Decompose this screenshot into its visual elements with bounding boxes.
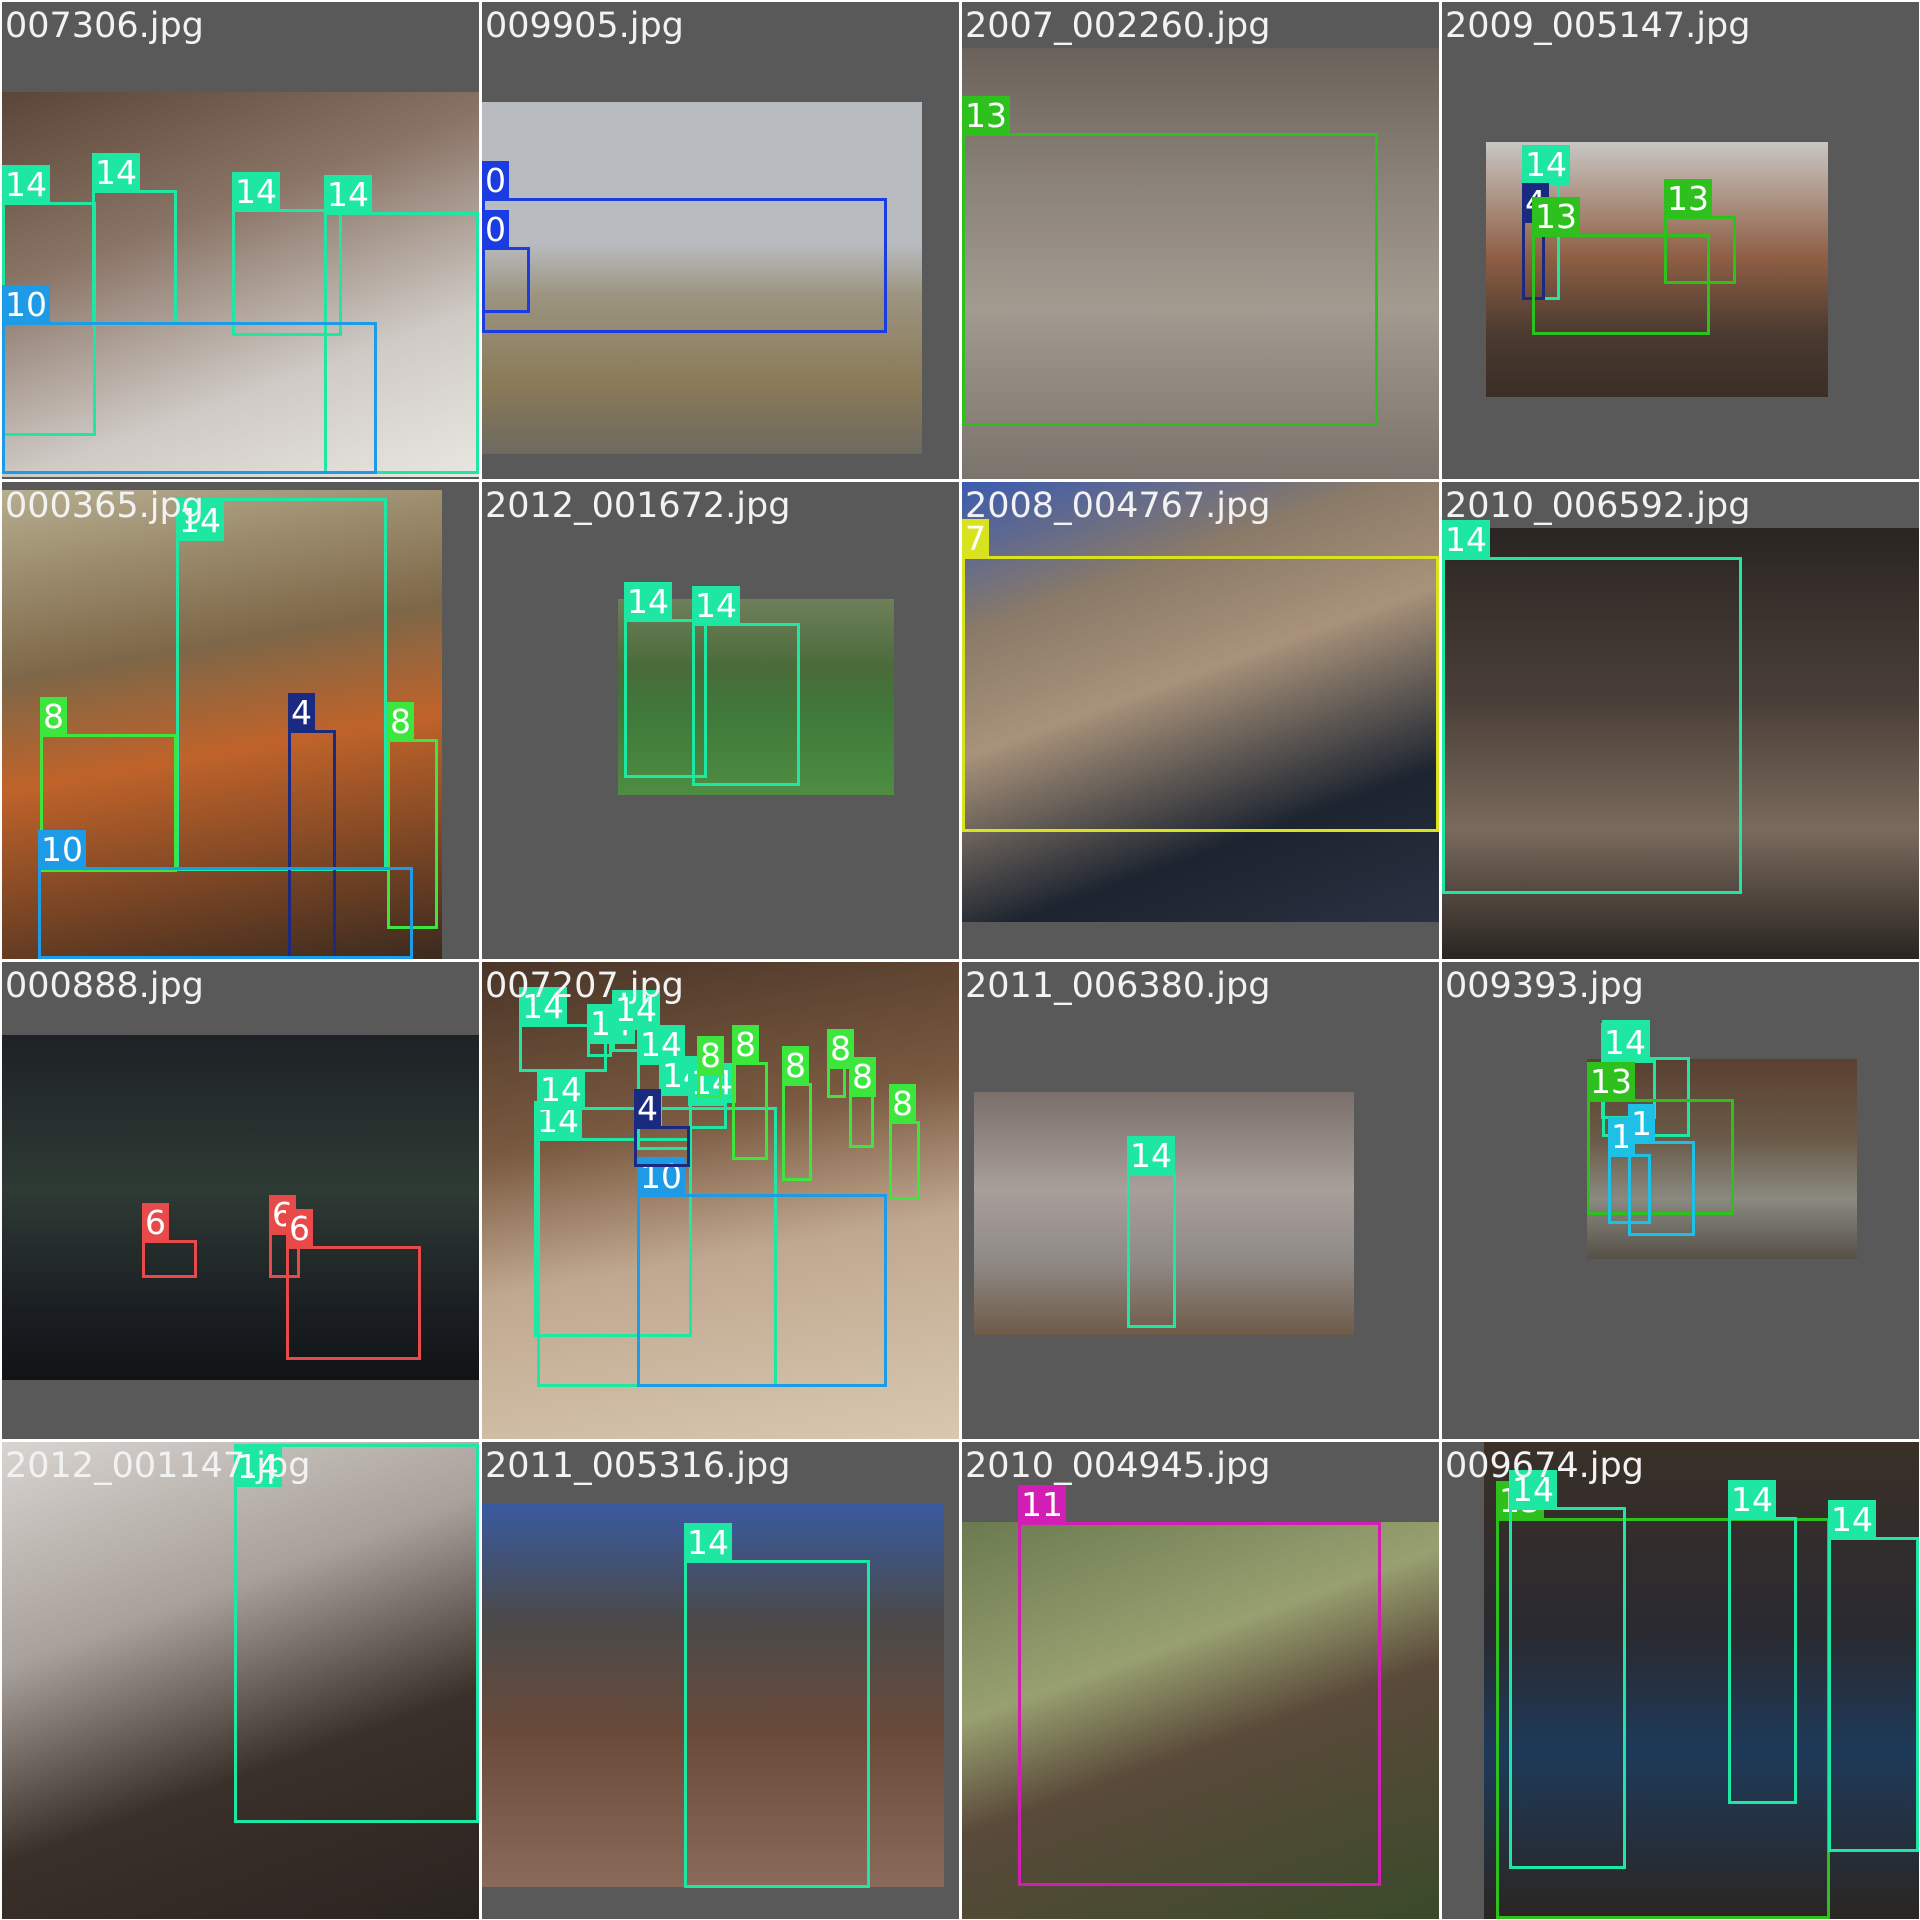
tile-filename: 000888.jpg (5, 966, 204, 1006)
detection-box: 6 (142, 1203, 197, 1278)
detection-box: 11 (1018, 1485, 1381, 1886)
detection-box: 6 (286, 1209, 421, 1360)
mosaic-tile: 14 2011_006380.jpg (962, 962, 1439, 1439)
class-label: 14 (92, 153, 140, 193)
mosaic-tile: 11 2010_004945.jpg (962, 1442, 1439, 1919)
detection-box: 14 (692, 586, 800, 786)
class-label: 14 (1522, 145, 1570, 185)
tile-filename: 2011_005316.jpg (485, 1446, 791, 1486)
class-label: 13 (1587, 1062, 1635, 1102)
detection-box: 8 (849, 1057, 876, 1148)
detection-mosaic: 14 14 14 14 10 007306.jpg 0 0 009905.jpg 13 2007_0… (0, 0, 1920, 1920)
tile-filename: 2008_004767.jpg (965, 486, 1271, 526)
detection-box: 10 (2, 285, 377, 474)
mosaic-tile: 14 2010_006592.jpg (1442, 482, 1919, 959)
class-label: 14 (684, 1523, 732, 1563)
class-label: 14 (1127, 1136, 1175, 1176)
class-label: 14 (624, 582, 672, 622)
mosaic-tile: 6 6 6 000888.jpg (2, 962, 479, 1439)
detection-box: 8 (827, 1029, 854, 1098)
class-label: 4 (634, 1089, 661, 1129)
detection-box: 14 (684, 1523, 870, 1888)
detection-box: 13 (1664, 179, 1736, 284)
detection-box: 14 (1442, 520, 1742, 894)
detection-box: 13 (962, 96, 1378, 426)
detection-box: 8 (889, 1084, 920, 1200)
tile-filename: 007207.jpg (485, 966, 684, 1006)
tile-filename: 007306.jpg (5, 6, 204, 46)
class-label: 13 (962, 96, 1010, 136)
class-label: 8 (697, 1036, 724, 1076)
mosaic-tile: 14 2012_001147.jpg (2, 1442, 479, 1919)
detection-box: 14 (92, 153, 177, 326)
class-label: 13 (1664, 179, 1712, 219)
tile-filename: 2010_006592.jpg (1445, 486, 1751, 526)
mosaic-tile: 14141311009393.jpg (1442, 962, 1919, 1439)
class-label: 6 (142, 1203, 169, 1243)
class-label: 11 (1018, 1485, 1066, 1525)
tile-filename: 2012_001147.jpg (5, 1446, 311, 1486)
class-label: 14 (232, 172, 280, 212)
class-label: 14 (1828, 1500, 1876, 1540)
detection-box: 0 (482, 161, 887, 333)
class-label: 8 (849, 1057, 876, 1097)
class-label: 4 (288, 693, 315, 733)
mosaic-tile: 14 2011_005316.jpg (482, 1442, 959, 1919)
class-label: 8 (889, 1084, 916, 1124)
mosaic-tile: 13141414009674.jpg (1442, 1442, 1919, 1919)
mosaic-tile: 7 2008_004767.jpg (962, 482, 1439, 959)
class-label: 14 (537, 1070, 585, 1110)
tile-filename: 2007_002260.jpg (965, 6, 1271, 46)
mosaic-tile: 14 14 14 14 10 007306.jpg (2, 2, 479, 479)
tile-filename: 2010_004945.jpg (965, 1446, 1271, 1486)
class-label: 8 (387, 702, 414, 742)
detection-box: 8 (697, 1036, 724, 1098)
tile-filename: 009674.jpg (1445, 1446, 1644, 1486)
mosaic-tile: 14 8 4 8 10 000365.jpg (2, 482, 479, 959)
detection-box: 14 (1509, 1470, 1626, 1869)
class-label: 14 (324, 175, 372, 215)
class-label: 0 (482, 161, 509, 201)
detection-box: 0 (482, 210, 530, 313)
detection-box: 1 (1628, 1104, 1695, 1236)
tile-filename: 2012_001672.jpg (485, 486, 791, 526)
tile-filename: 000365.jpg (5, 486, 204, 526)
tile-filename: 2011_006380.jpg (965, 966, 1271, 1006)
detection-box: 14 (1728, 1480, 1797, 1804)
detection-box: 8 (732, 1025, 768, 1160)
tile-filename: 009393.jpg (1445, 966, 1644, 1006)
mosaic-tile: 14413132009_005147.jpg (1442, 2, 1919, 479)
tile-filename: 2009_005147.jpg (1445, 6, 1751, 46)
detection-box: 14 (176, 498, 387, 871)
class-label: 8 (40, 697, 67, 737)
class-label: 10 (38, 830, 86, 870)
class-label: 8 (732, 1025, 759, 1065)
detection-box: 10 (637, 1157, 887, 1387)
detection-box: 10 (38, 830, 413, 959)
detection-box: 14 (1127, 1136, 1176, 1328)
class-label: 6 (286, 1209, 313, 1249)
detection-box: 14 (587, 1004, 635, 1057)
class-label: 14 (1442, 520, 1490, 560)
mosaic-tile: 13 2007_002260.jpg (962, 2, 1439, 479)
detection-box: 7 (962, 519, 1439, 832)
class-label: 10 (2, 285, 50, 325)
class-label: 1 (1628, 1104, 1655, 1144)
detection-box: 14 (234, 1444, 479, 1823)
class-label: 0 (482, 210, 509, 250)
mosaic-tile: 14 14 14 14 14 14 14 14 8 8 8 8 8 8 10 4 007207.jpg (482, 962, 959, 1439)
class-label: 14 (2, 165, 50, 205)
detection-box: 14 (1828, 1500, 1919, 1852)
class-label: 14 (1728, 1480, 1776, 1520)
class-label: 14 (1601, 1023, 1649, 1063)
class-label: 13 (1532, 197, 1580, 237)
mosaic-tile: 14 14 2012_001672.jpg (482, 482, 959, 959)
detection-box: 8 (782, 1046, 812, 1181)
class-label: 14 (692, 586, 740, 626)
mosaic-tile: 0 0 009905.jpg (482, 2, 959, 479)
class-label: 8 (782, 1046, 809, 1086)
detection-box: 14 (688, 1063, 736, 1106)
detection-box: 4 (634, 1089, 690, 1167)
tile-filename: 009905.jpg (485, 6, 684, 46)
